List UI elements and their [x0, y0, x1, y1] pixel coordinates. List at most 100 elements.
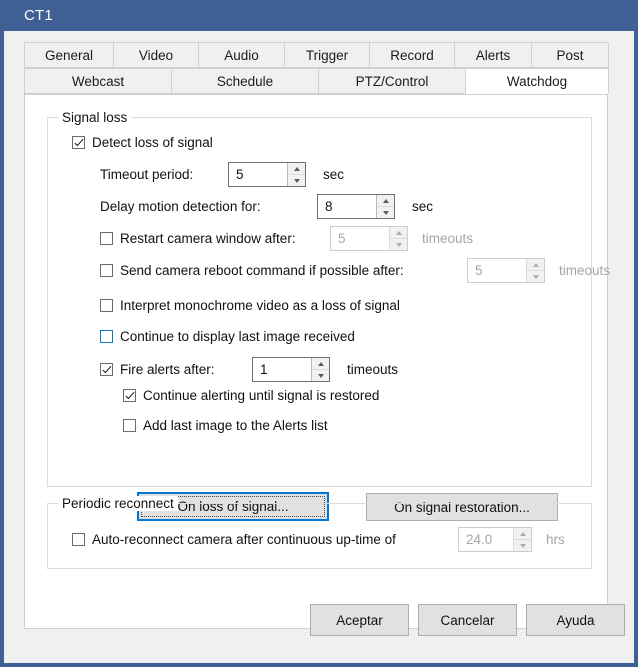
continue-alerting-checkbox[interactable]	[123, 389, 136, 402]
group-signal-loss: Signal loss Detect loss of signal Timeou…	[47, 110, 610, 521]
spinner-up-icon[interactable]	[377, 195, 394, 207]
continue-display-label: Continue to display last image received	[120, 329, 355, 344]
tab-label: Trigger	[305, 47, 349, 63]
spinner-down-icon[interactable]	[514, 540, 531, 551]
add-last-image-label: Add last image to the Alerts list	[143, 418, 328, 433]
restart-window-label: Restart camera window after:	[120, 231, 296, 246]
tab-area: General Video Audio Trigger Record Alert…	[8, 31, 630, 659]
monochrome-checkbox[interactable]	[100, 299, 113, 312]
accept-button[interactable]: Aceptar	[310, 604, 409, 636]
row-timeout-period: Timeout period: 5 sec	[100, 162, 344, 187]
row-detect-loss: Detect loss of signal	[72, 135, 213, 150]
help-button[interactable]: Ayuda	[526, 604, 625, 636]
spinner-down-icon[interactable]	[390, 239, 407, 250]
row-delay-motion: Delay motion detection for: 8 sec	[100, 194, 433, 219]
tab-webcast[interactable]: Webcast	[24, 68, 172, 94]
reboot-command-checkbox[interactable]	[100, 264, 113, 277]
tab-ptz-control[interactable]: PTZ/Control	[318, 68, 466, 94]
tab-watchdog[interactable]: Watchdog	[465, 68, 609, 94]
spinner-buttons	[311, 358, 329, 381]
timeout-period-value[interactable]: 5	[229, 163, 287, 186]
fire-alerts-label: Fire alerts after:	[120, 362, 215, 377]
delay-motion-unit: sec	[412, 199, 434, 214]
auto-reconnect-value[interactable]: 24.0	[459, 528, 513, 551]
row-continue-display: Continue to display last image received	[100, 329, 355, 344]
spinner-down-icon[interactable]	[527, 271, 544, 282]
cancel-label: Cancelar	[440, 612, 495, 628]
tab-label: Webcast	[71, 73, 125, 89]
group-signal-loss-label: Signal loss	[58, 110, 132, 125]
timeout-period-label: Timeout period:	[100, 167, 194, 182]
tab-video[interactable]: Video	[113, 42, 199, 68]
detect-loss-checkbox[interactable]	[72, 136, 85, 149]
row-restart-window: Restart camera window after: 5 timeouts	[100, 226, 473, 251]
spinner-up-icon[interactable]	[288, 163, 305, 175]
tab-label: Watchdog	[506, 73, 568, 89]
tab-post[interactable]: Post	[531, 42, 609, 68]
row-reboot-command: Send camera reboot command if possible a…	[100, 258, 610, 283]
reboot-command-label: Send camera reboot command if possible a…	[120, 263, 404, 278]
delay-motion-label: Delay motion detection for:	[100, 199, 261, 214]
auto-reconnect-label: Auto-reconnect camera after continuous u…	[92, 532, 396, 547]
title-bar: CT1	[4, 0, 634, 31]
reboot-command-unit: timeouts	[559, 263, 611, 278]
spinner-down-icon[interactable]	[377, 207, 394, 218]
spinner-up-icon[interactable]	[514, 528, 531, 540]
tab-alerts[interactable]: Alerts	[454, 42, 532, 68]
spinner-down-icon[interactable]	[288, 175, 305, 186]
window-title: CT1	[24, 7, 53, 24]
detect-loss-label: Detect loss of signal	[92, 135, 213, 150]
tab-label: Video	[138, 47, 174, 63]
spinner-buttons	[376, 195, 394, 218]
tab-general[interactable]: General	[24, 42, 114, 68]
spinner-down-icon[interactable]	[312, 370, 329, 381]
row-fire-alerts: Fire alerts after: 1 timeouts	[100, 357, 398, 382]
reboot-command-spinner[interactable]: 5	[467, 258, 545, 283]
reboot-command-value[interactable]: 5	[468, 259, 526, 282]
row-monochrome: Interpret monochrome video as a loss of …	[100, 298, 400, 313]
tab-record[interactable]: Record	[369, 42, 455, 68]
row-continue-alerting: Continue alerting until signal is restor…	[123, 388, 379, 403]
spinner-up-icon[interactable]	[312, 358, 329, 370]
tab-audio[interactable]: Audio	[198, 42, 285, 68]
tab-row-1: General Video Audio Trigger Record Alert…	[24, 42, 609, 68]
spinner-up-icon[interactable]	[390, 227, 407, 239]
delay-motion-value[interactable]: 8	[318, 195, 376, 218]
timeout-period-spinner[interactable]: 5	[228, 162, 306, 187]
spinner-buttons	[526, 259, 544, 282]
tab-label: Schedule	[216, 73, 274, 89]
accept-label: Aceptar	[336, 612, 383, 628]
dialog-footer: Aceptar Cancelar Ayuda	[8, 595, 630, 659]
auto-reconnect-checkbox[interactable]	[72, 533, 85, 546]
delay-motion-spinner[interactable]: 8	[317, 194, 395, 219]
tab-label: Audio	[224, 47, 259, 63]
row-auto-reconnect: Auto-reconnect camera after continuous u…	[72, 527, 565, 552]
restart-window-spinner[interactable]: 5	[330, 226, 408, 251]
restart-window-checkbox[interactable]	[100, 232, 113, 245]
fire-alerts-value[interactable]: 1	[253, 358, 311, 381]
tab-label: Post	[556, 47, 584, 63]
add-last-image-checkbox[interactable]	[123, 419, 136, 432]
fire-alerts-spinner[interactable]: 1	[252, 357, 330, 382]
tab-label: Record	[390, 47, 434, 63]
restart-window-unit: timeouts	[422, 231, 474, 246]
continue-display-checkbox[interactable]	[100, 330, 113, 343]
tab-label: PTZ/Control	[355, 73, 429, 89]
group-periodic-reconnect: Periodic reconnect Auto-reconnect camera…	[47, 496, 592, 569]
auto-reconnect-unit: hrs	[546, 532, 565, 547]
cancel-button[interactable]: Cancelar	[418, 604, 517, 636]
spinner-up-icon[interactable]	[527, 259, 544, 271]
spinner-buttons	[389, 227, 407, 250]
restart-window-value[interactable]: 5	[331, 227, 389, 250]
dialog-window: CT1 General Video Audio Trigger Record A…	[0, 0, 638, 667]
tab-row-2: Webcast Schedule PTZ/Control Watchdog	[24, 68, 609, 94]
auto-reconnect-spinner[interactable]: 24.0	[458, 527, 532, 552]
tab-page-watchdog: Signal loss Detect loss of signal Timeou…	[24, 94, 610, 629]
fire-alerts-unit: timeouts	[347, 362, 399, 377]
tab-schedule[interactable]: Schedule	[171, 68, 319, 94]
row-add-last-image: Add last image to the Alerts list	[123, 418, 328, 433]
help-label: Ayuda	[556, 612, 595, 628]
fire-alerts-checkbox[interactable]	[100, 363, 113, 376]
continue-alerting-label: Continue alerting until signal is restor…	[143, 388, 380, 403]
tab-trigger[interactable]: Trigger	[284, 42, 370, 68]
